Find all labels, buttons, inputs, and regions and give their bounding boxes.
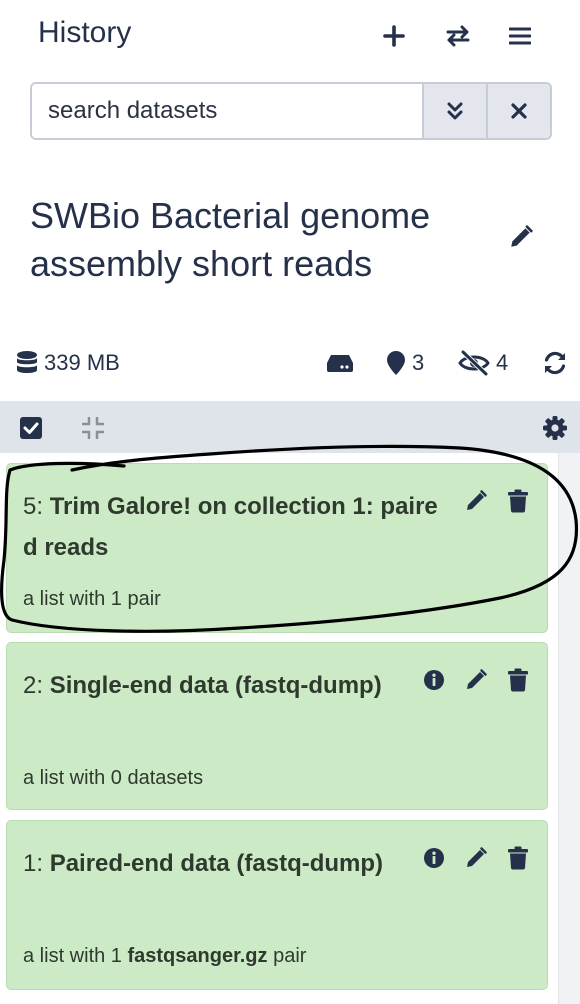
edit-item-button[interactable] <box>461 843 491 873</box>
plus-icon <box>383 25 405 47</box>
item-title: 5: Trim Galore! on collection 1: paired … <box>23 486 443 568</box>
double-chevron-down-icon <box>447 102 463 120</box>
item-hid: 1: <box>23 850 44 877</box>
compress-icon <box>82 417 104 439</box>
history-options-button[interactable] <box>500 18 540 54</box>
item-name: Paired-end data (fastq-dump) <box>49 850 384 877</box>
sync-icon <box>544 351 566 375</box>
item-name: Single-end data (fastq-dump) <box>49 672 382 699</box>
history-size[interactable]: 339 MB <box>16 343 120 383</box>
history-header: History <box>0 0 580 72</box>
hidden-items-filter[interactable]: 4 <box>458 343 508 383</box>
shown-count: 3 <box>412 350 425 375</box>
list-toolbar <box>0 401 580 453</box>
map-marker-icon <box>387 351 405 375</box>
edit-history-name-button[interactable] <box>505 221 537 253</box>
history-size-text: 339 MB <box>44 350 120 375</box>
collapse-items-button[interactable] <box>76 411 110 445</box>
item-hid: 5: <box>23 493 44 520</box>
check-square-icon <box>20 417 42 439</box>
pencil-icon <box>467 669 487 689</box>
edit-item-button[interactable] <box>461 486 491 516</box>
delete-item-button[interactable] <box>503 665 533 695</box>
trash-icon <box>508 489 528 513</box>
scrollbar[interactable] <box>558 453 580 1004</box>
pencil-icon <box>467 847 487 867</box>
history-item[interactable]: 2: Single-end data (fastq-dump) a list w… <box>6 642 548 810</box>
clear-search-button[interactable] <box>486 84 550 138</box>
database-icon <box>17 351 37 373</box>
trash-icon <box>508 668 528 692</box>
history-stats: 339 MB 3 4 <box>0 343 580 383</box>
search-bar <box>30 82 552 140</box>
switch-history-button[interactable] <box>438 18 478 54</box>
info-circle-icon <box>424 670 444 690</box>
item-title: 2: Single-end data (fastq-dump) <box>23 665 443 706</box>
item-title: 1: Paired-end data (fastq-dump) <box>23 843 443 884</box>
select-items-button[interactable] <box>14 411 48 445</box>
delete-item-button[interactable] <box>503 843 533 873</box>
item-info-button[interactable] <box>419 843 449 873</box>
gear-icon <box>543 416 567 440</box>
storage-dashboard-button[interactable] <box>326 343 354 383</box>
item-hid: 2: <box>23 672 44 699</box>
eye-slash-icon <box>458 350 490 376</box>
panel-title: History <box>38 16 132 49</box>
delete-item-button[interactable] <box>503 486 533 516</box>
trash-icon <box>508 846 528 870</box>
history-item[interactable]: 5: Trim Galore! on collection 1: paired … <box>6 463 548 633</box>
item-info-button[interactable] <box>419 665 449 695</box>
info-circle-icon <box>424 848 444 868</box>
pencil-icon <box>511 225 533 247</box>
menu-icon <box>509 27 531 45</box>
item-subtitle: a list with 0 datasets <box>23 767 204 789</box>
history-settings-button[interactable] <box>538 411 572 445</box>
edit-item-button[interactable] <box>461 665 491 695</box>
item-name: Trim Galore! on collection 1: paired rea… <box>23 493 438 561</box>
item-subtitle: a list with 1 pair <box>23 588 161 610</box>
refresh-history-button[interactable] <box>542 343 568 383</box>
close-icon <box>511 103 527 119</box>
exchange-icon <box>446 25 470 47</box>
hidden-count: 4 <box>496 350 509 375</box>
shown-items-filter[interactable]: 3 <box>386 343 424 383</box>
advanced-search-toggle[interactable] <box>422 84 486 138</box>
hard-drive-icon <box>327 355 353 372</box>
history-name: SWBio Bacterial genome assembly short re… <box>30 195 431 284</box>
item-subtitle: a list with 1 fastqsanger.gz pair <box>23 945 307 967</box>
history-item[interactable]: 1: Paired-end data (fastq-dump) a list w… <box>6 820 548 990</box>
create-history-button[interactable] <box>374 18 414 54</box>
search-input[interactable] <box>32 84 422 138</box>
pencil-icon <box>467 490 487 510</box>
